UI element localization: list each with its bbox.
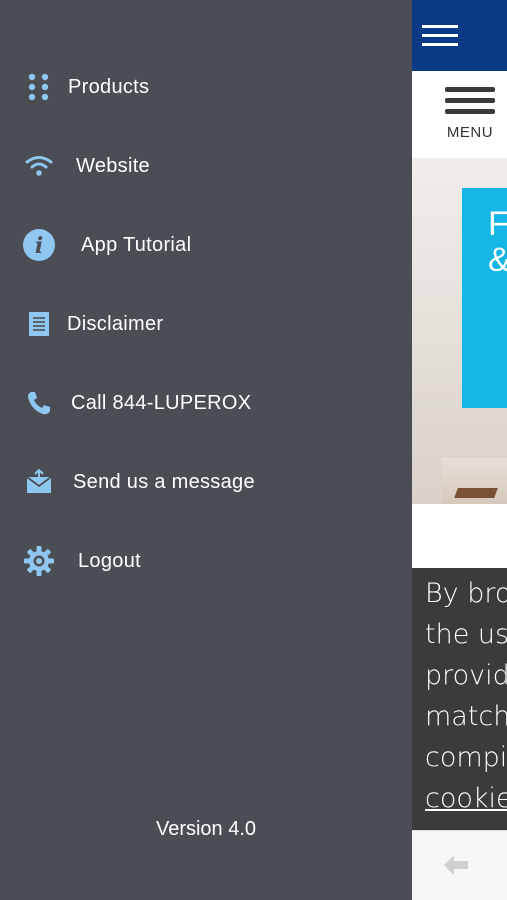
cookie-text-line: matchir [425,701,507,732]
page-header: MENU [412,71,507,158]
back-arrow-icon[interactable] [442,853,470,882]
cookie-text-line: By brov [425,578,507,609]
hamburger-icon[interactable] [422,24,458,48]
version-label: Version 4.0 [155,818,257,840]
cookie-text-line: provide [425,660,507,691]
grid-dots-icon [22,70,56,104]
menu-item-website[interactable]: Website [22,146,392,186]
document-icon [22,307,56,341]
cookie-text-line: compile [425,742,507,773]
bottom-toolbar [412,830,507,900]
menu-item-label: Disclaimer [67,312,164,335]
menu-item-label: Send us a message [73,470,255,493]
menu-item-label: Website [76,154,150,177]
svg-text:i: i [35,233,43,259]
menu-item-label: Call 844-LUPEROX [71,391,252,414]
menu-item-label: App Tutorial [81,233,192,256]
side-drawer: Products Website i App Tutorial Disclaim… [0,0,412,900]
cookie-text-line: the use [425,619,507,650]
menu-item-products[interactable]: Products [22,67,392,107]
top-bar [412,0,507,71]
main-page[interactable]: MENU F & By brov the use provide matchir… [412,0,507,900]
menu-item-send-message[interactable]: Send us a message [22,462,392,502]
menu-label: MENU [446,124,494,141]
gear-icon [22,544,56,578]
cookie-banner: By brov the use provide matchir compile … [412,568,507,830]
menu-item-app-tutorial[interactable]: i App Tutorial [22,225,392,265]
menu-item-label: Products [68,75,150,98]
envelope-icon [22,465,56,499]
hero-text: F & [488,205,507,278]
menu-button[interactable]: MENU [445,87,495,143]
wifi-icon [22,149,56,183]
menu-item-label: Logout [78,549,141,572]
cookies-link[interactable]: cookies [425,783,507,814]
info-icon: i [22,228,56,262]
menu-item-logout[interactable]: Logout [22,541,392,581]
menu-item-call[interactable]: Call 844-LUPEROX [22,383,392,423]
menu-item-disclaimer[interactable]: Disclaimer [22,304,392,344]
phone-icon [22,386,56,420]
hero-banner: F & [412,158,507,504]
